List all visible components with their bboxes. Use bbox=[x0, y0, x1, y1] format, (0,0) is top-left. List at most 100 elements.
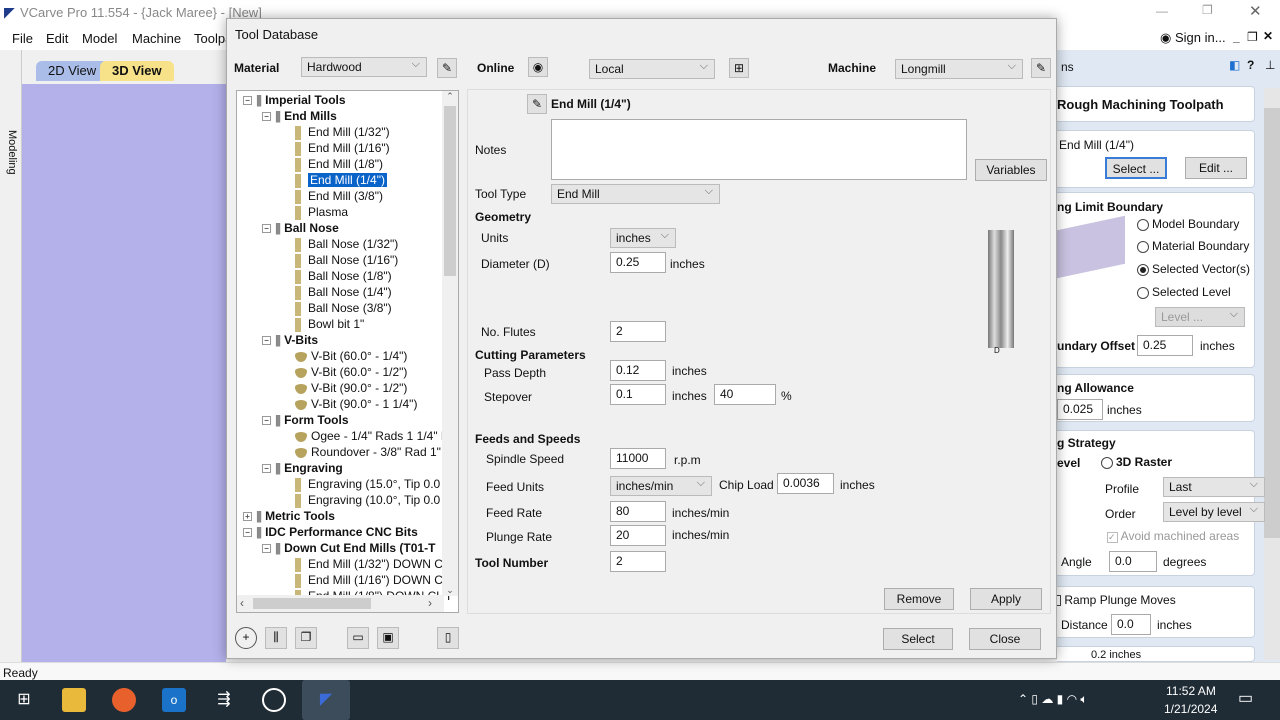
profile-combo[interactable]: Last bbox=[1163, 477, 1265, 497]
tree-item[interactable]: V-Bit (60.0° - 1/4") bbox=[295, 348, 407, 364]
tree-group[interactable]: − ||| Engraving bbox=[262, 460, 343, 476]
tab-modeling[interactable]: Modeling bbox=[6, 130, 18, 175]
collapse-icon[interactable]: − bbox=[262, 336, 271, 346]
tree-item[interactable]: End Mill (1/16") bbox=[295, 140, 390, 156]
firefox-icon[interactable] bbox=[112, 688, 136, 712]
edit-tool-button[interactable]: Edit ... bbox=[1185, 157, 1247, 179]
tab-2d-view[interactable]: 2D View bbox=[36, 61, 109, 81]
menu-edit[interactable]: Edit bbox=[46, 31, 68, 46]
tree-item[interactable]: Ball Nose (1/16") bbox=[295, 252, 398, 268]
expand-icon[interactable]: + bbox=[243, 512, 252, 522]
pin-icon[interactable]: ⊥ bbox=[1265, 58, 1275, 72]
tab-3d-view[interactable]: 3D View bbox=[100, 61, 174, 81]
tree-item[interactable]: End Mill (3/8") bbox=[295, 188, 383, 204]
tree-group[interactable]: − ||| Form Tools bbox=[262, 412, 349, 428]
collapse-icon[interactable]: − bbox=[243, 528, 252, 538]
tool-tree[interactable]: − ||| Imperial Tools − ||| End Mills End Mill … bbox=[236, 90, 459, 613]
tree-item[interactable]: End Mill (1/32") bbox=[295, 124, 390, 140]
tool-type-combo[interactable]: End Mill bbox=[551, 184, 720, 204]
tree-group[interactable]: − ||| Down Cut End Mills (T01-T bbox=[262, 540, 435, 556]
mdi-close-icon[interactable]: ✕ bbox=[1263, 29, 1273, 43]
tree-vertical-scrollbar[interactable]: ⌃ ⌄ bbox=[442, 91, 458, 596]
angle-input[interactable]: 0.0 bbox=[1109, 551, 1157, 572]
radio-material-boundary[interactable]: Material Boundary bbox=[1137, 239, 1249, 253]
ramp-plunge-checkbox[interactable]: Ramp Plunge Moves bbox=[1057, 593, 1176, 607]
clock-time[interactable]: 11:52 AM bbox=[1166, 684, 1216, 698]
menu-model[interactable]: Model bbox=[82, 31, 117, 46]
tree-item[interactable]: Engraving (10.0°, Tip 0.0 bbox=[295, 492, 440, 508]
strategy-z-level[interactable]: evel bbox=[1057, 456, 1080, 470]
close-window-icon[interactable]: ✕ bbox=[1249, 2, 1262, 20]
help-icon[interactable]: ? bbox=[1247, 58, 1254, 72]
collapse-icon[interactable]: − bbox=[262, 416, 271, 426]
tree-item[interactable]: V-Bit (90.0° - 1/2") bbox=[295, 380, 407, 396]
mdi-minimize-icon[interactable]: _ bbox=[1233, 30, 1240, 44]
machine-combo[interactable]: Longmill bbox=[895, 59, 1023, 79]
diameter-input[interactable]: 0.25 bbox=[610, 252, 666, 273]
radio-3d-raster[interactable]: 3D Raster bbox=[1101, 455, 1172, 469]
close-button[interactable]: Close bbox=[969, 628, 1041, 650]
radio-model-boundary[interactable]: Model Boundary bbox=[1137, 217, 1239, 231]
tree-horizontal-scrollbar[interactable]: ‹ › bbox=[237, 595, 444, 612]
rename-tool-icon[interactable]: ✎ bbox=[527, 94, 547, 114]
radio-selected-vectors[interactable]: Selected Vector(s) bbox=[1137, 262, 1250, 276]
panel-dock-icon[interactable]: ◧ bbox=[1229, 58, 1240, 72]
order-combo[interactable]: Level by level bbox=[1163, 502, 1265, 522]
obs-icon[interactable] bbox=[262, 688, 286, 712]
panel-scrollbar[interactable] bbox=[1264, 88, 1280, 660]
allowance-input[interactable]: 0.025 bbox=[1057, 399, 1103, 420]
add-group-icon[interactable]: ⫼ bbox=[265, 627, 287, 649]
chip-load-input[interactable]: 0.0036 bbox=[777, 473, 834, 494]
tool-number-stepper[interactable]: 2 bbox=[610, 551, 666, 572]
tree-item[interactable]: Ball Nose (3/8") bbox=[295, 300, 392, 316]
tree-item[interactable]: End Mill (1/16") DOWN CU bbox=[295, 572, 452, 588]
3d-view-canvas[interactable] bbox=[22, 84, 226, 662]
restore-window-icon[interactable]: ❐ bbox=[1202, 3, 1213, 17]
tree-group[interactable]: − ||| Imperial Tools bbox=[243, 92, 346, 108]
feed-rate-input[interactable]: 80 bbox=[610, 501, 666, 522]
collapse-icon[interactable]: − bbox=[262, 464, 271, 474]
tree-item[interactable]: Plasma bbox=[295, 204, 348, 220]
collapse-icon[interactable]: − bbox=[262, 112, 271, 122]
mdi-restore-icon[interactable]: ❐ bbox=[1247, 30, 1258, 44]
add-tool-icon[interactable]: + bbox=[235, 627, 257, 649]
save-icon[interactable]: ▣ bbox=[377, 627, 399, 649]
tree-item[interactable]: Roundover - 3/8" Rad 1" D bbox=[295, 444, 453, 460]
stepover-input[interactable]: 0.1 bbox=[610, 384, 666, 405]
edit-material-icon[interactable]: ✎ bbox=[437, 58, 457, 78]
sign-in-button[interactable]: ◉ Sign in... bbox=[1160, 30, 1226, 46]
tree-item[interactable]: V-Bit (60.0° - 1/2") bbox=[295, 364, 407, 380]
file-explorer-icon[interactable] bbox=[62, 688, 86, 712]
distance-input[interactable]: 0.0 bbox=[1111, 614, 1151, 635]
open-folder-icon[interactable]: ▭ bbox=[347, 627, 369, 649]
outlook-icon[interactable]: o bbox=[162, 688, 186, 712]
windows-start-icon[interactable]: ⊞ bbox=[12, 688, 36, 712]
tree-item[interactable]: End Mill (1/32") DOWN CU bbox=[295, 556, 452, 572]
clock-date[interactable]: 1/21/2024 bbox=[1164, 702, 1217, 716]
variables-button[interactable]: Variables bbox=[975, 159, 1047, 181]
tree-item[interactable]: End Mill (1/4") bbox=[295, 172, 388, 188]
tree-group[interactable]: − ||| Ball Nose bbox=[262, 220, 339, 236]
menu-machine[interactable]: Machine bbox=[132, 31, 181, 46]
select-button[interactable]: Select bbox=[883, 628, 953, 650]
stepover-percent-stepper[interactable]: 40 bbox=[714, 384, 776, 405]
notifications-icon[interactable]: ▭ bbox=[1238, 688, 1253, 708]
tree-group[interactable]: − ||| End Mills bbox=[262, 108, 337, 124]
tree-item[interactable]: V-Bit (90.0° - 1 1/4") bbox=[295, 396, 417, 412]
system-tray-icons[interactable]: ⌃ ▯ ☁ ▮ ◠ 🔈︎ bbox=[1018, 692, 1088, 707]
plunge-rate-input[interactable]: 20 bbox=[610, 525, 666, 546]
delete-tool-icon[interactable]: ▯ bbox=[437, 627, 459, 649]
tree-group[interactable]: + ||| Metric Tools bbox=[243, 508, 335, 524]
tree-group[interactable]: − ||| IDC Performance CNC Bits bbox=[243, 524, 418, 540]
units-combo[interactable]: inches bbox=[610, 228, 676, 248]
vcarve-taskbar-icon[interactable]: ◤ bbox=[302, 680, 350, 720]
minimize-window-icon[interactable]: — bbox=[1156, 4, 1168, 18]
tree-item[interactable]: Ball Nose (1/8") bbox=[295, 268, 392, 284]
spindle-speed-input[interactable]: 11000 bbox=[610, 448, 666, 469]
app-icon[interactable]: ⇶ bbox=[212, 688, 236, 712]
tree-item[interactable]: Bowl bit 1" bbox=[295, 316, 364, 332]
edit-machine-icon[interactable]: ✎ bbox=[1031, 58, 1051, 78]
collapse-icon[interactable]: − bbox=[262, 544, 271, 554]
remove-button[interactable]: Remove bbox=[884, 588, 954, 610]
feed-units-combo[interactable]: inches/min bbox=[610, 476, 712, 496]
